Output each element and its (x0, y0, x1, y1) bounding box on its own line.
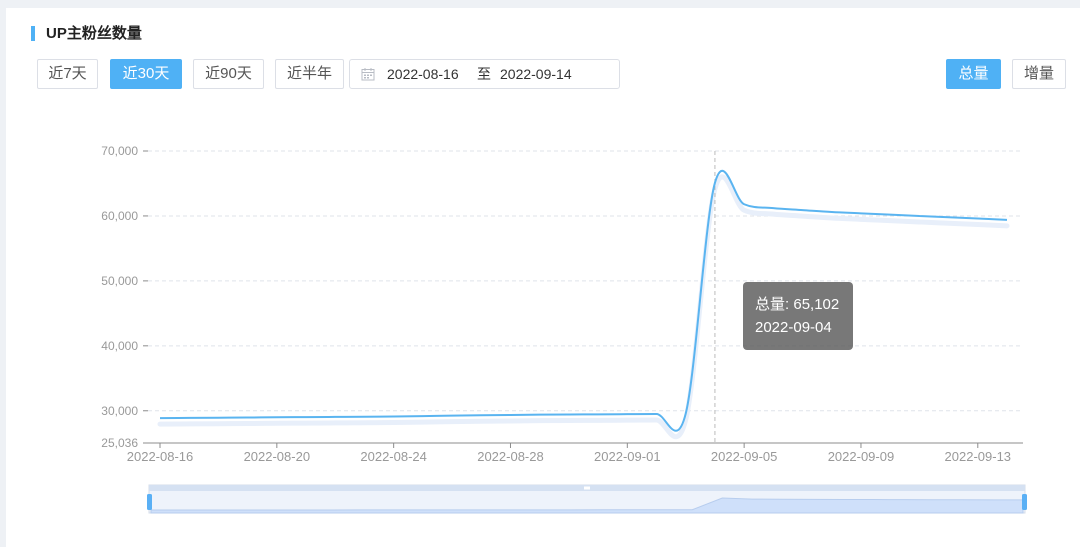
fan-count-line-chart[interactable]: 25,036 30,000 40,000 50,000 60,000 70,000 2022… (0, 0, 1080, 547)
x-tick-label: 2022-08-28 (477, 449, 544, 464)
x-tick-label: 2022-09-01 (594, 449, 661, 464)
tooltip-value: 65,102 (793, 296, 840, 313)
y-tick-label: 60,000 (101, 209, 138, 223)
x-tick-label: 2022-08-20 (244, 449, 311, 464)
zoom-handle-left[interactable] (147, 494, 152, 510)
y-tick-label: 50,000 (101, 274, 138, 288)
y-tick-label: 25,036 (101, 436, 138, 450)
series-line (159, 170, 1008, 432)
x-tick-label: 2022-08-24 (360, 449, 427, 464)
tooltip-label: 总量 (755, 296, 786, 313)
x-tick-label: 2022-09-13 (945, 449, 1012, 464)
zoom-slider-grip (584, 486, 590, 490)
chart-tooltip: 总量: 65,102 2022-09-04 (743, 282, 853, 350)
tooltip-date: 2022-09-04 (755, 319, 832, 336)
zoom-handle-right[interactable] (1022, 494, 1027, 510)
x-tick-label: 2022-09-05 (711, 449, 778, 464)
y-tick-label: 30,000 (101, 404, 138, 418)
y-tick-label: 70,000 (101, 144, 138, 158)
x-tick-label: 2022-09-09 (828, 449, 895, 464)
y-tick-label: 40,000 (101, 339, 138, 353)
x-tick-label: 2022-08-16 (127, 449, 194, 464)
